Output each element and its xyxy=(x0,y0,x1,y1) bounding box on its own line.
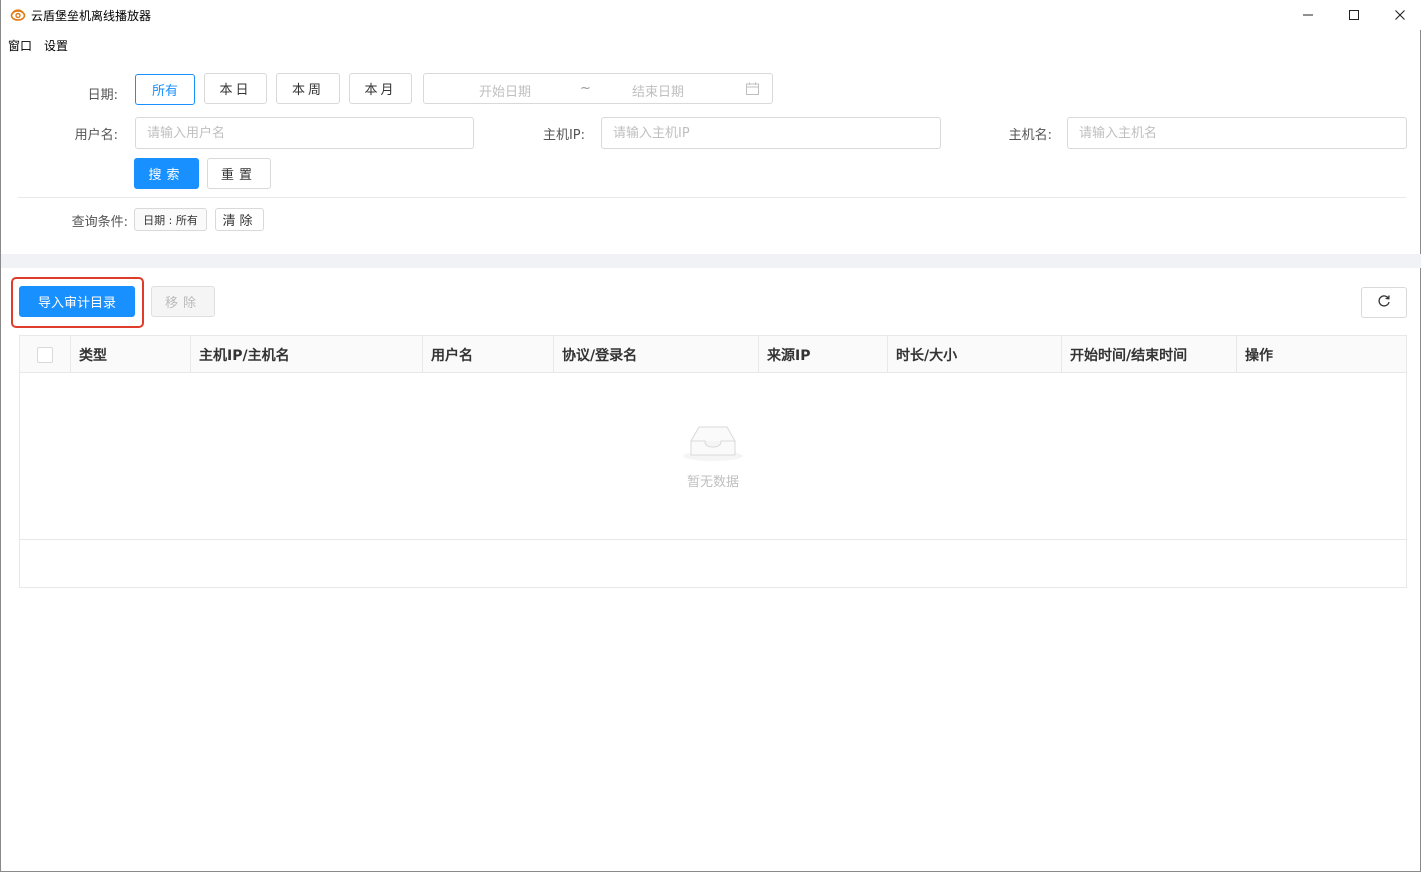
calendar-icon xyxy=(746,82,759,99)
filter-divider xyxy=(18,197,1406,198)
select-all-checkbox[interactable] xyxy=(37,347,53,363)
cloud-shield-logo-icon xyxy=(10,8,26,22)
date-label: 日期: xyxy=(87,88,118,103)
column-header-source-ip[interactable]: 来源IP xyxy=(758,336,887,373)
section-separator xyxy=(1,254,1421,268)
column-header-duration[interactable]: 时长/大小 xyxy=(887,336,1061,373)
date-month-button[interactable]: 本月 xyxy=(349,73,412,104)
select-all-cell xyxy=(20,336,70,373)
condition-tag-date: 日期 : 所有 xyxy=(134,208,207,231)
host-ip-label: 主机IP: xyxy=(542,128,585,143)
reset-button[interactable]: 重置 xyxy=(207,158,271,189)
username-label: 用户名: xyxy=(74,128,118,143)
end-date-placeholder[interactable]: 结束日期 xyxy=(632,81,684,100)
title-bar: 云盾堡垒机离线播放器 xyxy=(1,0,1421,30)
menu-settings[interactable]: 设置 xyxy=(44,37,68,54)
empty-text: 暂无数据 xyxy=(686,475,739,490)
column-header-time[interactable]: 开始时间/结束时间 xyxy=(1061,336,1236,373)
host-ip-input[interactable] xyxy=(601,117,941,149)
minimize-button[interactable] xyxy=(1285,0,1331,30)
start-date-placeholder[interactable]: 开始日期 xyxy=(479,81,531,100)
column-header-type[interactable]: 类型 xyxy=(70,336,190,373)
refresh-icon xyxy=(1377,294,1391,312)
range-separator: ~ xyxy=(580,81,591,96)
conditions-label: 查询条件: xyxy=(71,215,128,230)
table-footer-divider xyxy=(20,539,1406,540)
column-header-actions: 操作 xyxy=(1236,336,1406,373)
column-header-username[interactable]: 用户名 xyxy=(422,336,553,373)
refresh-button[interactable] xyxy=(1361,287,1407,318)
remove-button[interactable]: 移除 xyxy=(151,286,215,317)
import-audit-dir-button[interactable]: 导入审计目录 xyxy=(19,286,135,317)
date-all-button[interactable]: 所有 xyxy=(135,74,195,105)
maximize-button[interactable] xyxy=(1331,0,1377,30)
window-title: 云盾堡垒机离线播放器 xyxy=(31,9,152,23)
clear-conditions-button[interactable]: 清除 xyxy=(215,208,264,231)
date-range-picker[interactable]: 开始日期 ~ 结束日期 xyxy=(423,73,773,104)
table-empty-state: 暂无数据 xyxy=(20,373,1406,540)
date-today-button[interactable]: 本日 xyxy=(204,73,267,104)
search-button[interactable]: 搜索 xyxy=(134,158,199,189)
username-input[interactable] xyxy=(135,117,474,149)
app-window: 云盾堡垒机离线播放器 窗口 设置 日期: 所有 本日 本周 本月 开始日期 ~ … xyxy=(0,0,1421,872)
host-name-input[interactable] xyxy=(1067,117,1407,149)
empty-inbox-icon xyxy=(681,419,745,463)
date-week-button[interactable]: 本周 xyxy=(276,73,340,104)
close-button[interactable] xyxy=(1377,0,1421,30)
column-header-host[interactable]: 主机IP/主机名 xyxy=(190,336,422,373)
menu-window[interactable]: 窗口 xyxy=(8,37,32,54)
table-header: 类型 主机IP/主机名 用户名 协议/登录名 来源IP 时长/大小 开始时间/结… xyxy=(20,336,1406,373)
column-header-protocol[interactable]: 协议/登录名 xyxy=(553,336,758,373)
recordings-table: 类型 主机IP/主机名 用户名 协议/登录名 来源IP 时长/大小 开始时间/结… xyxy=(19,335,1407,588)
host-name-label: 主机名: xyxy=(1008,128,1052,143)
